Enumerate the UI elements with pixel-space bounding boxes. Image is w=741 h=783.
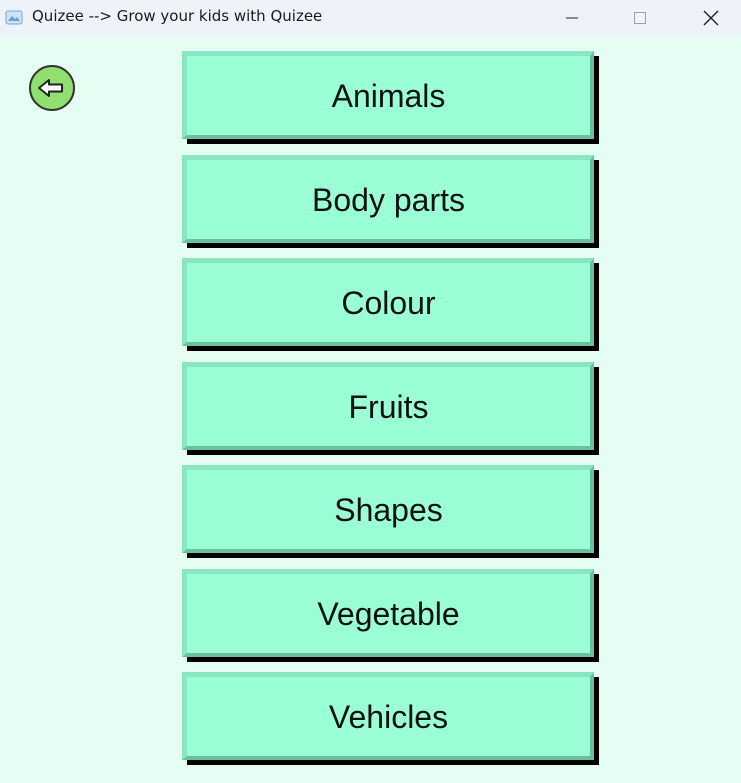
back-button[interactable] — [27, 64, 77, 112]
category-label: Shapes — [334, 491, 443, 528]
category-button-shapes[interactable]: Shapes — [182, 465, 594, 553]
main-content: Animals Body parts Colour Fruits Shapes … — [0, 35, 741, 783]
window-title: Quizee --> Grow your kids with Quizee — [32, 7, 323, 25]
category-label: Colour — [341, 284, 436, 321]
app-icon — [5, 10, 23, 25]
category-button-fruits[interactable]: Fruits — [182, 362, 594, 450]
category-label: Vehicles — [328, 698, 449, 735]
category-button-vehicles[interactable]: Vehicles — [182, 672, 594, 760]
maximize-button[interactable] — [617, 0, 663, 35]
category-label: Animals — [331, 77, 446, 114]
close-icon — [703, 10, 719, 25]
category-button-body-parts[interactable]: Body parts — [182, 155, 594, 243]
title-bar: Quizee --> Grow your kids with Quizee — [0, 0, 741, 35]
close-button[interactable] — [688, 0, 734, 35]
category-label: Vegetable — [317, 595, 460, 632]
category-button-vegetable[interactable]: Vegetable — [182, 569, 594, 657]
maximize-icon — [634, 11, 646, 24]
arrow-left-circle-icon — [29, 65, 75, 111]
category-button-animals[interactable]: Animals — [182, 51, 594, 139]
minimize-icon — [566, 17, 578, 18]
minimize-button[interactable] — [549, 0, 595, 35]
category-button-colour[interactable]: Colour — [182, 258, 594, 346]
category-label: Fruits — [348, 388, 429, 425]
category-label: Body parts — [312, 181, 465, 218]
